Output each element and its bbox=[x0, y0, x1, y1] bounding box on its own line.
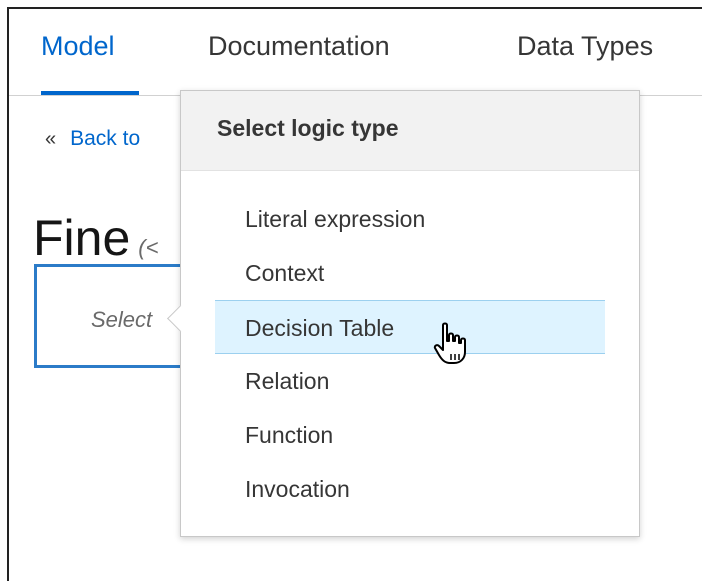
logic-item-decision-table[interactable]: Decision Table bbox=[215, 300, 605, 354]
logic-item-relation[interactable]: Relation bbox=[215, 354, 605, 408]
decision-title-row: Fine (< bbox=[33, 209, 158, 267]
active-tab-indicator bbox=[41, 91, 139, 95]
back-link-label: Back to bbox=[70, 127, 141, 150]
editor-frame: Model Documentation Data Types «Back to … bbox=[7, 7, 702, 581]
expression-placeholder: Select bbox=[91, 307, 153, 332]
tab-data-types[interactable]: Data Types bbox=[517, 31, 653, 62]
back-link[interactable]: « Back to bbox=[45, 127, 140, 151]
popover-title: Select logic type bbox=[217, 115, 399, 141]
logic-item-literal-expression[interactable]: Literal expression bbox=[215, 192, 605, 246]
logic-item-function[interactable]: Function bbox=[215, 408, 605, 462]
double-chevron-left-icon: « bbox=[45, 128, 57, 150]
select-logic-type-popover: Select logic type Literal expression Con… bbox=[167, 90, 640, 537]
logic-type-list: Literal expression Context Decision Tabl… bbox=[215, 192, 605, 516]
page-title: Fine bbox=[33, 210, 131, 266]
decision-type-hint: (< bbox=[138, 235, 159, 260]
logic-item-context[interactable]: Context bbox=[215, 246, 605, 300]
tab-model[interactable]: Model bbox=[41, 31, 115, 62]
popover-header: Select logic type bbox=[181, 91, 639, 171]
hand-pointer-cursor-icon bbox=[433, 322, 466, 364]
tab-documentation[interactable]: Documentation bbox=[208, 31, 390, 62]
logic-item-invocation[interactable]: Invocation bbox=[215, 462, 605, 516]
tab-bar: Model Documentation Data Types bbox=[9, 9, 702, 96]
